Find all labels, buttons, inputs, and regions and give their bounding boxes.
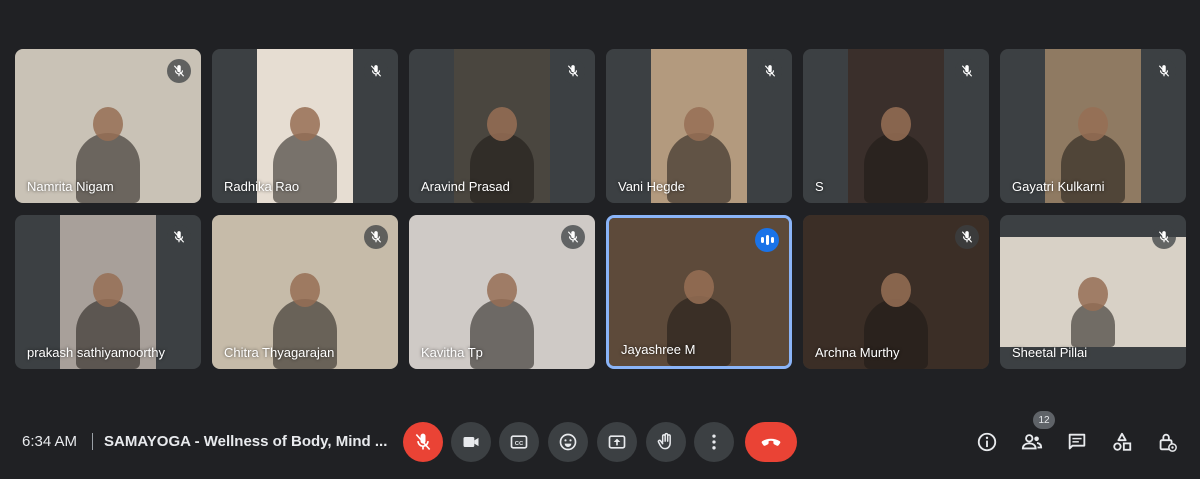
- camera-toggle-button[interactable]: [451, 422, 491, 462]
- closed-captions-icon: CC: [510, 435, 528, 449]
- info-icon: [977, 432, 997, 452]
- speaking-indicator-icon: [755, 228, 779, 252]
- raise-hand-icon: [657, 432, 671, 450]
- mic-muted-icon: [561, 225, 585, 249]
- participant-tile[interactable]: Radhika Rao: [212, 49, 398, 203]
- activities-button[interactable]: [1110, 430, 1134, 454]
- end-call-button[interactable]: [745, 422, 797, 462]
- mic-muted-icon: [1152, 59, 1176, 83]
- mic-toggle-button[interactable]: [403, 422, 443, 462]
- chat-icon: [1068, 433, 1086, 450]
- mic-muted-icon: [1152, 225, 1176, 249]
- more-options-icon: [712, 434, 716, 450]
- participant-name: prakash sathiyamoorthy: [27, 345, 166, 360]
- participant-count-badge: 12: [1033, 411, 1055, 429]
- participant-name: Sheetal Pillai: [1012, 345, 1088, 360]
- svg-text:CC: CC: [515, 441, 524, 447]
- participant-video: [848, 49, 944, 203]
- participant-name: Chitra Thyagarajan: [224, 345, 335, 360]
- present-button[interactable]: [597, 422, 637, 462]
- activities-icon: [1113, 432, 1132, 451]
- participant-name: Namrita Nigam: [27, 179, 114, 194]
- participant-name: S: [815, 179, 824, 194]
- chat-button[interactable]: [1065, 430, 1089, 454]
- mic-muted-icon: [955, 59, 979, 83]
- bottom-control-bar: 6:34 AM SAMAYOGA - Wellness of Body, Min…: [0, 400, 1200, 479]
- participant-tile[interactable]: Archna Murthy: [803, 215, 989, 369]
- participant-name: Vani Hegde: [618, 179, 685, 194]
- mic-off-icon: [415, 433, 431, 451]
- participant-tile[interactable]: Chitra Thyagarajan: [212, 215, 398, 369]
- people-icon: [1021, 434, 1043, 450]
- end-call-icon: [761, 438, 781, 446]
- mic-muted-icon: [758, 59, 782, 83]
- participant-tile-speaking[interactable]: Jayashree M: [606, 215, 792, 369]
- people-button[interactable]: [1020, 430, 1044, 454]
- host-controls-icon: [1159, 433, 1177, 452]
- participant-name: Gayatri Kulkarni: [1012, 179, 1105, 194]
- meeting-details-button[interactable]: [975, 430, 999, 454]
- participant-video: [1000, 237, 1186, 347]
- participant-figure: [864, 133, 928, 203]
- emoji-icon: [559, 433, 577, 451]
- participant-name: Radhika Rao: [224, 179, 300, 194]
- host-controls-button[interactable]: [1155, 430, 1179, 454]
- participant-tile[interactable]: Gayatri Kulkarni: [1000, 49, 1186, 203]
- participant-tile[interactable]: Aravind Prasad: [409, 49, 595, 203]
- raise-hand-button[interactable]: [646, 422, 686, 462]
- meeting-time: 6:34 AM: [22, 433, 78, 450]
- divider: [92, 433, 93, 450]
- participant-name: Kavitha Tp: [421, 345, 483, 360]
- participant-tile[interactable]: Kavitha Tp: [409, 215, 595, 369]
- meeting-title: SAMAYOGA - Wellness of Body, Mind ...: [104, 433, 388, 450]
- mic-muted-icon: [364, 225, 388, 249]
- mic-muted-icon: [167, 225, 191, 249]
- participant-name: Archna Murthy: [815, 345, 900, 360]
- mic-muted-icon: [955, 225, 979, 249]
- participant-tile[interactable]: Namrita Nigam: [15, 49, 201, 203]
- mic-muted-icon: [167, 59, 191, 83]
- participant-figure: [1071, 303, 1115, 347]
- participant-tile[interactable]: Sheetal Pillai: [1000, 215, 1186, 369]
- more-options-button[interactable]: [694, 422, 734, 462]
- participant-name: Jayashree M: [621, 342, 696, 357]
- participant-tile[interactable]: Vani Hegde: [606, 49, 792, 203]
- participant-grid: Namrita Nigam Radhika Rao Aravind Prasad…: [0, 0, 1200, 400]
- mic-muted-icon: [364, 59, 388, 83]
- mic-muted-icon: [561, 59, 585, 83]
- captions-button[interactable]: CC: [499, 422, 539, 462]
- present-screen-icon: [608, 435, 626, 449]
- participant-tile[interactable]: S: [803, 49, 989, 203]
- reactions-button[interactable]: [548, 422, 588, 462]
- camera-icon: [463, 437, 479, 447]
- participant-tile[interactable]: prakash sathiyamoorthy: [15, 215, 201, 369]
- participant-name: Aravind Prasad: [421, 179, 510, 194]
